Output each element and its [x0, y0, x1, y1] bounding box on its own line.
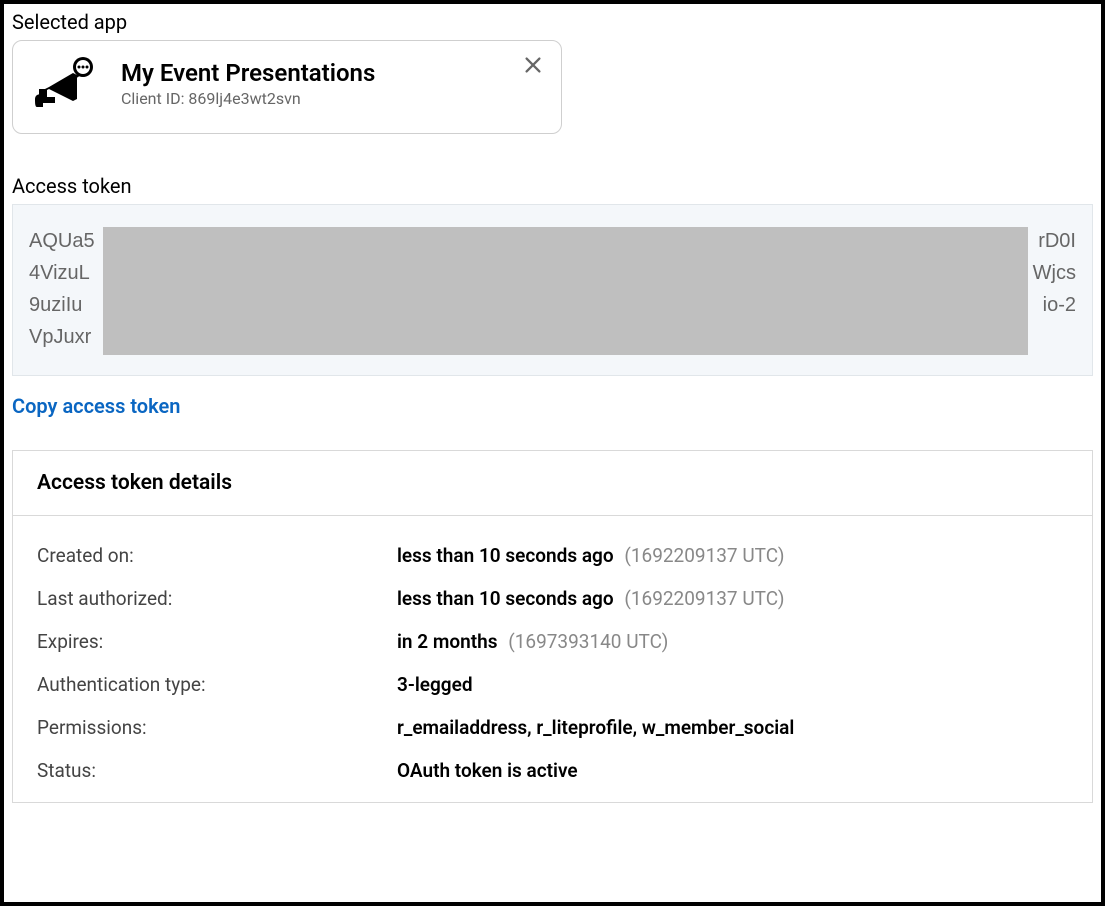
detail-label: Created on: [37, 544, 397, 567]
detail-sub: (1692209137 UTC) [624, 587, 784, 610]
token-fragment-right: io-2 [1043, 289, 1076, 321]
detail-label: Last authorized: [37, 587, 397, 610]
megaphone-icon [31, 55, 99, 111]
access-token-label: Access token [12, 174, 1093, 198]
access-token-section: Access token AQUa5 rD0I 4VizuL Wjcs 9uzi… [12, 174, 1093, 418]
detail-row-created-on: Created on: less than 10 seconds ago (16… [37, 534, 1068, 577]
close-icon[interactable] [519, 51, 547, 79]
detail-label: Status: [37, 759, 397, 782]
detail-value: less than 10 seconds ago [397, 544, 614, 567]
token-details-card: Access token details Created on: less th… [12, 450, 1093, 803]
token-fragment-left: 4VizuL [29, 257, 90, 289]
client-id-value: 869lj4e3wt2svn [188, 89, 300, 108]
token-details-header: Access token details [13, 451, 1092, 516]
detail-label: Permissions: [37, 716, 397, 739]
detail-value: OAuth token is active [397, 759, 578, 782]
token-fragment-left: 9uziIu [29, 289, 82, 321]
token-details-body: Created on: less than 10 seconds ago (16… [13, 516, 1092, 802]
selected-app-label: Selected app [12, 10, 1093, 34]
detail-value: 3-legged [397, 673, 473, 696]
app-card: My Event Presentations Client ID: 869lj4… [12, 40, 562, 134]
token-fragment-left: VpJuxr [29, 321, 91, 353]
app-info: My Event Presentations Client ID: 869lj4… [121, 59, 543, 108]
detail-label: Authentication type: [37, 673, 397, 696]
detail-label: Expires: [37, 630, 397, 653]
token-fragment-right: Wjcs [1033, 257, 1076, 289]
token-fragment-right: rD0I [1038, 225, 1076, 257]
detail-sub: (1692209137 UTC) [624, 544, 784, 567]
detail-value: less than 10 seconds ago [397, 587, 614, 610]
detail-row-last-authorized: Last authorized: less than 10 seconds ag… [37, 577, 1068, 620]
detail-sub: (1697393140 UTC) [508, 630, 668, 653]
detail-row-auth-type: Authentication type: 3-legged [37, 663, 1068, 706]
detail-row-status: Status: OAuth token is active [37, 749, 1068, 792]
token-redaction-overlay [103, 227, 1028, 355]
copy-access-token-link[interactable]: Copy access token [12, 394, 180, 418]
detail-row-permissions: Permissions: r_emailaddress, r_liteprofi… [37, 706, 1068, 749]
token-fragment-left: AQUa5 [29, 225, 95, 257]
client-id-line: Client ID: 869lj4e3wt2svn [121, 89, 543, 108]
token-display: AQUa5 rD0I 4VizuL Wjcs 9uziIu io-2 VpJux… [12, 204, 1093, 376]
detail-value: r_emailaddress, r_liteprofile, w_member_… [397, 716, 794, 739]
detail-row-expires: Expires: in 2 months (1697393140 UTC) [37, 620, 1068, 663]
client-id-label: Client ID: [121, 89, 184, 108]
app-title: My Event Presentations [121, 59, 543, 87]
detail-value: in 2 months [397, 630, 497, 653]
